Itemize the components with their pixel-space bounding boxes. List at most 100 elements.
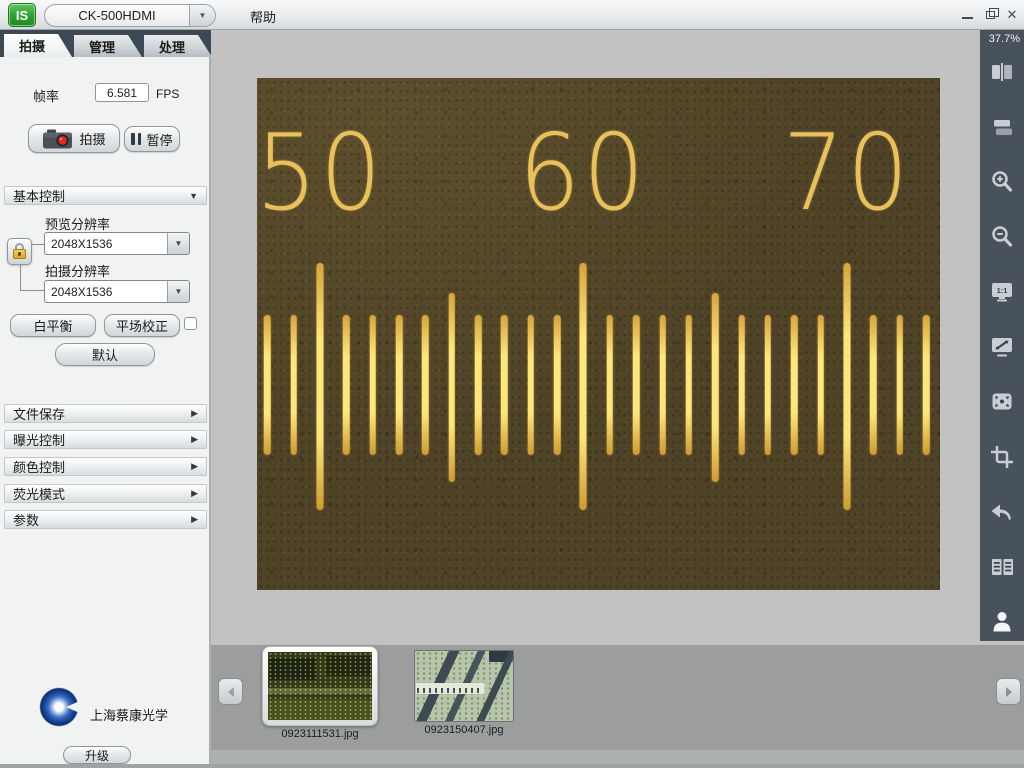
ruler-tick-tall	[316, 263, 323, 510]
chevron-down-icon[interactable]: ▼	[189, 5, 215, 26]
actual-size-icon[interactable]: 1:1	[988, 278, 1016, 306]
thumbnail-filename: 0923150407.jpg	[425, 724, 504, 736]
ruler-tick-tall	[580, 263, 587, 510]
section-label: 颜色控制	[13, 457, 65, 476]
svg-text:1:1: 1:1	[997, 286, 1008, 295]
thumbnail-item-1[interactable]: 0923150407.jpg	[414, 650, 514, 722]
full-screen-icon[interactable]	[988, 388, 1016, 416]
chevron-right-icon: ▶	[191, 488, 198, 499]
thumbnail-browser-icon[interactable]	[988, 553, 1016, 581]
ruler-number: 60	[519, 116, 647, 232]
capture-button-label: 拍摄	[79, 129, 105, 148]
ruler-tick-tall	[843, 263, 850, 510]
capture-resolution-value: 2048X1536	[45, 285, 167, 299]
tab-process[interactable]: 处理	[144, 35, 212, 57]
frame-rate-input[interactable]	[95, 83, 149, 102]
preview-resolution-select[interactable]: 2048X1536 ▼	[44, 232, 190, 255]
lock-icon[interactable]	[7, 238, 32, 265]
thumbnail-image	[414, 650, 514, 722]
restore-button[interactable]	[981, 7, 999, 23]
chevron-right-icon: ▶	[191, 461, 198, 472]
ruler-tick-short	[817, 315, 824, 455]
help-menu[interactable]: 帮助	[250, 7, 276, 26]
section-label: 参数	[13, 510, 39, 529]
chevron-down-icon[interactable]: ▼	[167, 281, 189, 302]
ruler-tick-medium	[448, 293, 455, 482]
camera-icon	[42, 128, 74, 150]
device-select[interactable]: CK-500HDMI ▼	[44, 4, 216, 27]
capture-resolution-select[interactable]: 2048X1536 ▼	[44, 280, 190, 303]
chevron-right-icon: ▶	[191, 408, 198, 419]
zoom-in-icon[interactable]	[988, 168, 1016, 196]
thumbnail-image	[268, 652, 372, 720]
scroll-left-button[interactable]	[218, 678, 243, 705]
capture-panel: 帧率 FPS 拍摄 暂停 基本控制 ▼ 预览分辨率	[0, 57, 211, 768]
section-label: 文件保存	[13, 404, 65, 423]
ruler-tick-short	[290, 315, 297, 455]
preview-resolution-value: 2048X1536	[45, 237, 167, 251]
fps-unit-label: FPS	[156, 87, 179, 101]
section-collapsed-3[interactable]: 荧光模式 ▶	[4, 484, 207, 503]
crop-icon[interactable]	[988, 443, 1016, 471]
section-label: 荧光模式	[13, 484, 65, 503]
tab-label: 处理	[159, 37, 185, 56]
chevron-right-icon: ▶	[191, 514, 198, 525]
ruler-tick-short	[896, 315, 903, 455]
ruler-tick-short	[554, 315, 561, 455]
chevron-down-icon[interactable]: ▼	[167, 233, 189, 254]
zoom-out-icon[interactable]	[988, 223, 1016, 251]
upgrade-button-label: 升级	[85, 747, 109, 764]
ruler-tick-short	[396, 315, 403, 455]
upgrade-button[interactable]: 升级	[63, 746, 131, 764]
tab-manage[interactable]: 管理	[74, 35, 142, 57]
default-button[interactable]: 默认	[55, 343, 155, 366]
minimize-button[interactable]	[958, 7, 976, 23]
frame-rate-label: 帧率	[33, 86, 59, 105]
capture-button[interactable]: 拍摄	[28, 124, 120, 153]
capture-resolution-label: 拍摄分辨率	[45, 261, 110, 280]
ruler-tick-short	[923, 315, 930, 455]
ruler-tick-short	[607, 315, 614, 455]
section-label: 曝光控制	[13, 430, 65, 449]
ruler-tick-short	[738, 315, 745, 455]
section-collapsed-4[interactable]: 参数 ▶	[4, 510, 207, 529]
ruler-tick-short	[343, 315, 350, 455]
fit-screen-icon[interactable]	[988, 333, 1016, 361]
tab-bar: 拍摄管理处理	[0, 30, 211, 57]
thumbnail-filename: 0923111531.jpg	[281, 728, 358, 740]
user-icon[interactable]	[988, 608, 1016, 636]
device-select-value: CK-500HDMI	[45, 8, 189, 23]
ruler-number: 70	[783, 116, 911, 232]
chevron-down-icon: ▼	[189, 191, 198, 201]
ruler-tick-short	[422, 315, 429, 455]
section-basic-control[interactable]: 基本控制 ▼	[4, 186, 207, 205]
pause-icon	[131, 133, 141, 145]
default-button-label: 默认	[92, 345, 118, 364]
split-vertical-icon[interactable]	[988, 58, 1016, 86]
ruler-tick-short	[528, 315, 535, 455]
pause-button[interactable]: 暂停	[124, 126, 180, 152]
white-balance-button[interactable]: 白平衡	[10, 314, 96, 337]
ruler-tick-short	[659, 315, 666, 455]
application-window: IS CK-500HDMI ▼ 帮助 ✕ 拍摄管理处理 帧率 FPS	[0, 0, 1024, 768]
title-bar: IS CK-500HDMI ▼ 帮助 ✕	[0, 0, 1024, 30]
ruler-tick-medium	[712, 293, 719, 482]
ruler-number: 50	[257, 116, 384, 232]
flat-field-label: 平场校正	[116, 316, 168, 335]
flat-field-checkbox[interactable]	[184, 317, 197, 330]
scroll-right-button[interactable]	[996, 678, 1021, 705]
tab-capture[interactable]: 拍摄	[4, 34, 72, 57]
split-horizontal-icon[interactable]	[988, 113, 1016, 141]
section-collapsed-1[interactable]: 曝光控制 ▶	[4, 430, 207, 449]
flat-field-button[interactable]: 平场校正	[104, 314, 180, 337]
section-collapsed-2[interactable]: 颜色控制 ▶	[4, 457, 207, 476]
filmstrip: 0923111531.jpg 0923150407.jpg	[211, 645, 1024, 750]
brand-logo	[38, 686, 80, 728]
section-collapsed-0[interactable]: 文件保存 ▶	[4, 404, 207, 423]
ruler-tick-short	[870, 315, 877, 455]
ruler-tick-short	[791, 315, 798, 455]
undo-icon[interactable]	[988, 498, 1016, 526]
thumbnail-item-0[interactable]: 0923111531.jpg	[262, 646, 378, 726]
chevron-right-icon: ▶	[191, 434, 198, 445]
close-button[interactable]: ✕	[1003, 7, 1021, 23]
